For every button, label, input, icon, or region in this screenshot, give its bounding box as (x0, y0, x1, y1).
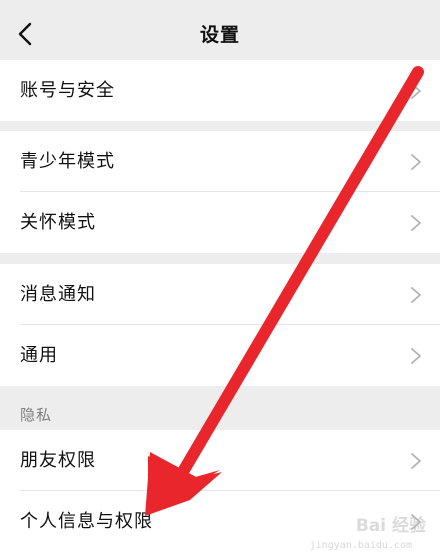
settings-item-label: 个人信息与权限 (20, 511, 153, 532)
baidu-watermark-url: jingyan.baidu.com (309, 540, 412, 551)
baidu-watermark-logo: Bai 经验 (355, 516, 426, 536)
nav-bar: 设置 (0, 0, 440, 64)
settings-item-friend-permissions[interactable]: 朋友权限 (0, 430, 440, 491)
settings-item-label: 青少年模式 (20, 151, 115, 172)
settings-item-label: 账号与安全 (20, 80, 115, 101)
chevron-right-icon (411, 215, 421, 231)
chevron-right-icon (411, 83, 421, 99)
settings-item-notifications[interactable]: 消息通知 (0, 264, 440, 325)
settings-item-account-security[interactable]: 账号与安全 (0, 60, 440, 121)
chevron-right-icon (411, 154, 421, 170)
page-title: 设置 (199, 24, 240, 46)
settings-group-modes: 青少年模式 关怀模式 (0, 131, 440, 253)
settings-item-teen-mode[interactable]: 青少年模式 (0, 131, 440, 192)
chevron-right-icon (411, 287, 421, 303)
settings-group-account: 账号与安全 (0, 60, 440, 121)
settings-item-general[interactable]: 通用 (0, 325, 440, 386)
settings-group-general: 消息通知 通用 (0, 264, 440, 386)
settings-item-label: 通用 (20, 345, 58, 366)
settings-item-label: 关怀模式 (20, 212, 96, 233)
chevron-right-icon (411, 453, 421, 469)
chevron-right-icon (411, 348, 421, 364)
section-header-privacy: 隐私 (20, 406, 53, 424)
settings-item-care-mode[interactable]: 关怀模式 (0, 192, 440, 253)
settings-item-label: 消息通知 (20, 284, 96, 305)
settings-item-label: 朋友权限 (20, 450, 96, 471)
